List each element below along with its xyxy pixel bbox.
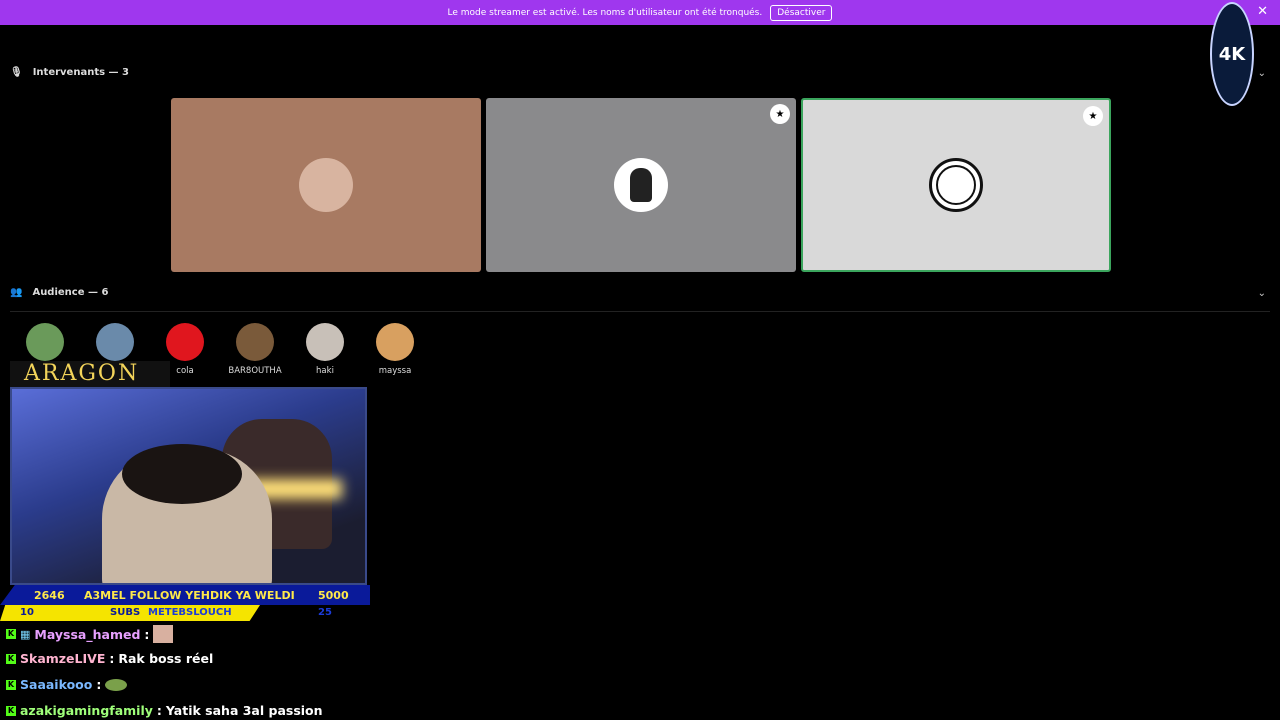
member-name: BAR8OUTHA (228, 366, 282, 376)
kick-icon: K (6, 629, 16, 639)
chat-message: K Saaaikooo: (6, 677, 128, 692)
avatar (614, 158, 668, 212)
speakers-title: Intervenants — 3 (32, 67, 129, 78)
divider (10, 311, 1270, 312)
speaker-tile[interactable]: ★ (801, 98, 1111, 272)
speakers-header: 🎙 Intervenants — 3 (10, 67, 129, 78)
chat-separator: : (156, 703, 162, 718)
speaker-tile[interactable] (171, 98, 481, 272)
audience-icon: 👥 (10, 287, 23, 298)
chat-username[interactable]: Mayssa_hamed (34, 627, 140, 642)
chat-separator: : (109, 651, 115, 666)
ticker-subs-label: SUBS (110, 607, 141, 618)
avatar (26, 323, 64, 361)
chevron-down-icon[interactable]: ⌄ (1258, 288, 1266, 299)
audience-member[interactable]: BAR8OUTHA (225, 323, 285, 376)
moderator-icon: ★ (770, 104, 790, 124)
aragon-logo: ARAGON (10, 361, 170, 387)
emote (153, 625, 174, 643)
avatar (96, 323, 134, 361)
kick-icon: K (6, 653, 16, 664)
ticker-name: METEBSLOUCH (148, 607, 232, 618)
chat-separator: : (144, 626, 150, 642)
kick-icon: K (6, 679, 16, 690)
avatar (166, 323, 204, 361)
member-name: mayssa (378, 366, 412, 376)
chevron-down-icon[interactable]: ⌄ (1258, 68, 1266, 79)
webcam-feed (10, 387, 367, 585)
audience-member[interactable]: mayssa (365, 323, 425, 376)
chat-message: K ▦ Mayssa_hamed: (6, 625, 174, 643)
chat-message: K SkamzeLIVE: Rak boss réel (6, 651, 213, 666)
avatar (929, 158, 983, 212)
chat-username[interactable]: Saaaikooo (20, 677, 92, 692)
audience-title: Audience — 6 (32, 287, 109, 298)
chat-text: Yatik saha 3al passion (165, 703, 323, 718)
avatar (236, 323, 274, 361)
stream-logo: 4K (1210, 2, 1254, 106)
chat-message: K azakigamingfamily: Yatik saha 3al pass… (6, 703, 323, 718)
streamer-mode-banner: Le mode streamer est activé. Les noms d'… (0, 0, 1280, 25)
chat-username[interactable]: azakigamingfamily (20, 703, 153, 718)
disable-button[interactable]: Désactiver (770, 4, 833, 21)
ticker-count-bottom: 10 (20, 607, 34, 618)
audience-member[interactable]: haki (295, 323, 355, 376)
audience-member[interactable] (85, 323, 145, 366)
speaker-tile[interactable]: ★ (486, 98, 796, 272)
avatar (376, 323, 414, 361)
stream-ticker: 2646 A3MEL FOLLOW YEHDIK YA WELDI 5000 1… (0, 585, 370, 621)
logo-text: 4K (1218, 43, 1246, 65)
chat-username[interactable]: SkamzeLIVE (20, 651, 105, 666)
avatar (299, 158, 353, 212)
ticker-message: A3MEL FOLLOW YEHDIK YA WELDI (84, 589, 295, 602)
close-icon[interactable]: ✕ (1257, 5, 1268, 18)
banner-message: Le mode streamer est activé. Les noms d'… (447, 7, 763, 18)
badge-icon: ▦ (20, 627, 31, 641)
ticker-goal-bottom: 25 (318, 607, 332, 618)
emote (105, 678, 128, 691)
member-name: haki (316, 366, 334, 376)
kick-icon: K (6, 705, 16, 716)
avatar (306, 323, 344, 361)
chat-text: Rak boss réel (118, 651, 214, 666)
microphone-icon: 🎙 (10, 67, 23, 78)
chat-separator: : (96, 677, 102, 692)
ticker-count-top: 2646 (34, 589, 65, 602)
ticker-goal-top: 5000 (318, 589, 349, 602)
moderator-icon: ★ (1083, 106, 1103, 126)
audience-header: 👥 Audience — 6 (10, 287, 108, 298)
audience-member[interactable] (15, 323, 75, 366)
